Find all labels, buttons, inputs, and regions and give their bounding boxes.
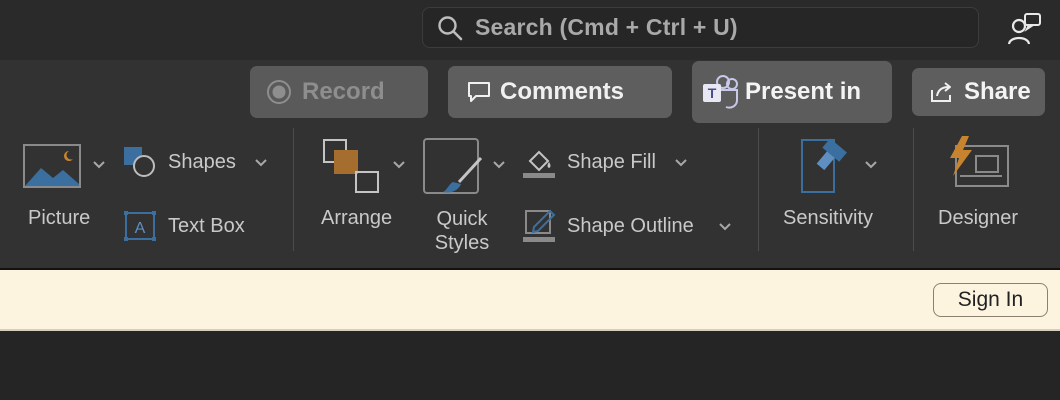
share-button[interactable]: Share (912, 68, 1045, 116)
message-bar (0, 270, 1060, 331)
sensitivity-label[interactable]: Sensitivity (783, 207, 873, 230)
picture-icon[interactable] (23, 144, 81, 188)
chevron-down-icon[interactable] (492, 160, 506, 170)
shape-outline-icon[interactable] (522, 207, 556, 243)
chevron-down-icon[interactable] (674, 158, 688, 168)
text-box-label[interactable]: Text Box (168, 215, 245, 238)
slide-canvas-area (0, 331, 1060, 400)
quick-styles-label-line2: Styles (434, 232, 490, 254)
quick-styles-icon[interactable] (423, 138, 485, 196)
chevron-down-icon[interactable] (718, 222, 732, 232)
shapes-icon[interactable] (123, 146, 157, 178)
comment-icon (468, 82, 490, 102)
text-box-icon[interactable]: A (123, 210, 157, 242)
comments-label: Comments (500, 78, 625, 105)
chevron-down-icon[interactable] (254, 158, 268, 168)
ribbon-separator (293, 128, 294, 251)
ribbon-separator (758, 128, 759, 251)
present-in-teams-button[interactable]: T Present in (692, 61, 892, 123)
shape-fill-icon[interactable] (522, 145, 556, 179)
shape-outline-label[interactable]: Shape Outline (567, 215, 694, 238)
chevron-down-icon[interactable] (392, 160, 406, 170)
comments-button[interactable]: Comments (448, 66, 672, 118)
svg-text:A: A (135, 220, 146, 237)
quick-styles-label-line1: Quick (436, 208, 488, 230)
svg-text:T: T (708, 85, 717, 101)
designer-icon[interactable] (946, 134, 1012, 190)
shape-fill-label[interactable]: Shape Fill (567, 151, 656, 174)
sensitivity-icon[interactable] (800, 134, 856, 194)
sign-in-button[interactable]: Sign In (933, 283, 1048, 317)
share-label: Share (964, 78, 1031, 105)
designer-label[interactable]: Designer (938, 207, 1018, 230)
arrange-label[interactable]: Arrange (321, 207, 392, 230)
teams-icon: T (703, 75, 738, 109)
present-in-label: Present in (745, 78, 862, 105)
quick-styles-label[interactable]: Quick Styles (422, 207, 502, 255)
record-label: Record (302, 78, 385, 105)
picture-label[interactable]: Picture (28, 207, 90, 230)
chevron-down-icon[interactable] (92, 160, 106, 170)
search-placeholder: Search (Cmd + Ctrl + U) (475, 14, 738, 40)
share-icon (931, 82, 951, 102)
record-button[interactable]: Record (250, 66, 428, 118)
chevron-down-icon[interactable] (864, 160, 878, 170)
shapes-label[interactable]: Shapes (168, 151, 236, 174)
ribbon-separator (913, 128, 914, 251)
arrange-icon[interactable] (322, 138, 380, 194)
feedback-icon[interactable] (1006, 12, 1042, 46)
record-icon (267, 80, 291, 104)
search-icon (438, 15, 463, 40)
search-box[interactable]: Search (Cmd + Ctrl + U) (422, 7, 979, 48)
